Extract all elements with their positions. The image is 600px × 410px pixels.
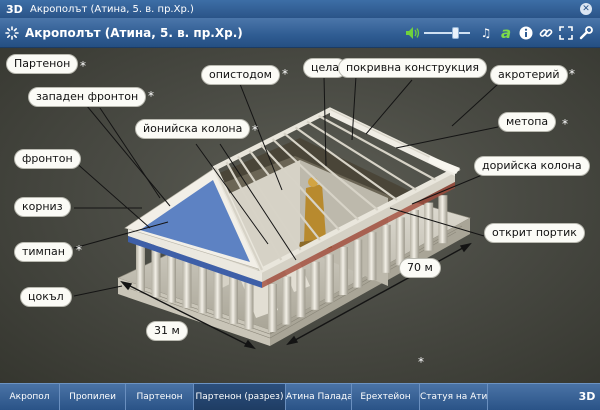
column: [438, 195, 448, 244]
info-star-ionic-column[interactable]: *: [252, 124, 258, 136]
label-metope[interactable]: метопа: [498, 112, 557, 132]
label-plinth[interactable]: цокъл: [20, 287, 72, 307]
model-viewport[interactable]: Партенон * западен фронтон * опистодом *…: [0, 48, 600, 383]
label-length-dimension: 70 м: [399, 258, 441, 278]
label-doric-column[interactable]: дорийска колона: [474, 156, 590, 176]
app-window: 3D Акрополът (Атина, 5. в. пр.Хр.) ✕ Акр…: [0, 0, 600, 410]
settings-wrench-icon[interactable]: [577, 24, 595, 42]
volume-slider-knob[interactable]: [452, 26, 459, 39]
column: [244, 277, 254, 330]
column: [296, 269, 306, 318]
label-tympanum[interactable]: тимпан: [14, 242, 73, 262]
column: [136, 240, 145, 292]
window-title: Акрополът (Атина, 5. в. пр.Хр.): [30, 3, 194, 15]
info-icon[interactable]: [517, 24, 535, 42]
nav-tab[interactable]: Атина Палада: [286, 383, 352, 410]
column: [381, 224, 391, 273]
column: [213, 266, 223, 319]
column: [198, 261, 207, 314]
music-icon[interactable]: ♫: [477, 24, 495, 42]
column: [151, 245, 161, 298]
loading-spinner-icon: [5, 25, 19, 40]
column: [367, 232, 377, 281]
nav-tab[interactable]: Партенон: [126, 383, 194, 410]
column: [182, 255, 192, 308]
label-cornice[interactable]: корниз: [14, 197, 71, 217]
fullscreen-icon[interactable]: [557, 24, 575, 42]
label-acroterion[interactable]: акротерий: [490, 65, 568, 85]
text-mode-icon[interactable]: a: [497, 24, 515, 42]
title-bar: 3D Акрополът (Атина, 5. в. пр.Хр.) ✕: [0, 0, 600, 18]
label-west-pediment[interactable]: западен фронтон: [28, 87, 147, 107]
column: [339, 247, 348, 295]
label-parthenon[interactable]: Партенон: [6, 54, 79, 74]
info-star-metope[interactable]: *: [562, 118, 568, 130]
column: [282, 276, 292, 325]
link-icon[interactable]: [537, 24, 555, 42]
label-pediment[interactable]: фронтон: [14, 149, 81, 169]
info-star-opisthodomos[interactable]: *: [282, 68, 288, 80]
app-logo: 3D: [6, 2, 23, 16]
column: [324, 254, 334, 303]
volume-slider-track: [424, 31, 470, 34]
column: [410, 210, 419, 258]
nav-tab[interactable]: Пропилеи: [60, 383, 126, 410]
column: [229, 271, 238, 324]
info-star-scene[interactable]: *: [418, 356, 424, 368]
column: [167, 250, 176, 303]
info-star-parthenon[interactable]: *: [80, 60, 86, 72]
column: [268, 284, 277, 332]
nav-tab[interactable]: Ерехтейон: [352, 383, 420, 410]
label-open-portico[interactable]: открит портик: [484, 223, 585, 243]
close-icon[interactable]: ✕: [580, 3, 592, 15]
label-opisthodomos[interactable]: опистодом: [201, 65, 280, 85]
label-ionic-column[interactable]: йонийска колона: [135, 119, 251, 139]
volume-slider[interactable]: [424, 24, 470, 42]
info-star-acroterion[interactable]: *: [569, 68, 575, 80]
nav-tab[interactable]: Статуя на Атина: [420, 383, 488, 410]
column: [424, 202, 434, 251]
info-star-tympanum[interactable]: *: [76, 244, 82, 256]
nav-tab[interactable]: Акропол: [0, 383, 60, 410]
page-title: Акрополът (Атина, 5. в. пр.Хр.): [25, 25, 243, 40]
label-roof-structure[interactable]: покривна конструкция: [338, 58, 488, 78]
nav-tab[interactable]: Партенон (разрез): [194, 383, 286, 410]
label-width-dimension: 31 м: [146, 321, 188, 341]
header-bar: Акрополът (Атина, 5. в. пр.Хр.) ♫ a: [0, 18, 600, 48]
volume-icon[interactable]: [406, 26, 420, 39]
toolbar: ♫ a: [406, 24, 596, 42]
column: [353, 239, 363, 288]
bottom-navigation: Акропол Пропилеи Партенон Партенон (разрез)…: [0, 383, 600, 410]
scene-tabs: Акропол Пропилеи Партенон Партенон (разрез)…: [0, 383, 488, 410]
info-star-west-pediment[interactable]: *: [148, 90, 154, 102]
brand-3d-logo: 3D: [578, 390, 596, 403]
column: [310, 261, 320, 310]
